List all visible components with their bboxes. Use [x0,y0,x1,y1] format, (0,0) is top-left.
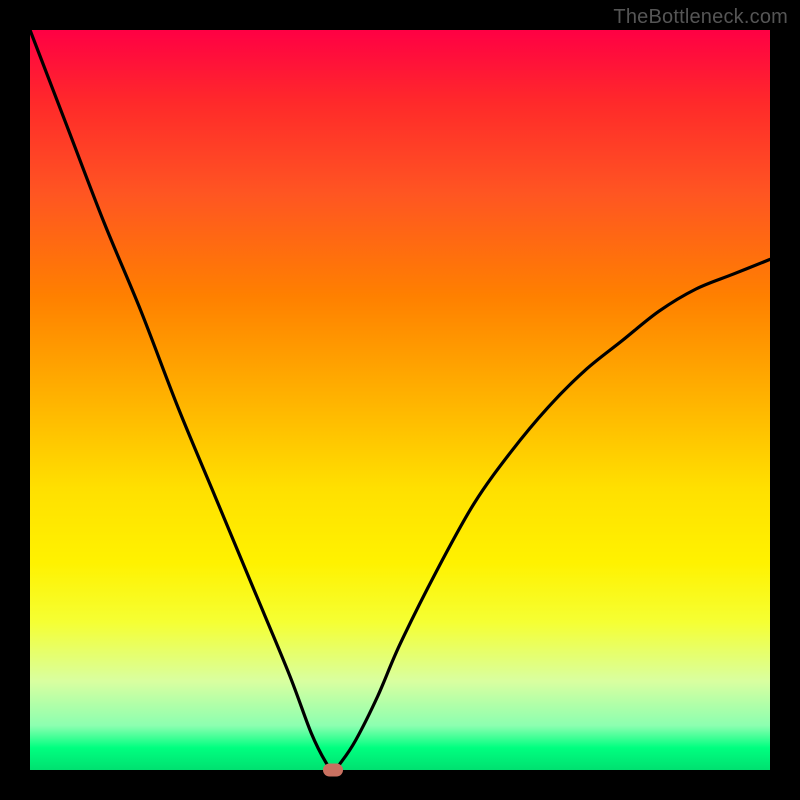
bottleneck-curve [30,30,770,770]
optimum-marker [323,764,343,777]
watermark-label: TheBottleneck.com [613,6,788,29]
chart-frame: TheBottleneck.com [0,0,800,800]
plot-area [30,30,770,770]
curve-svg [30,30,770,770]
